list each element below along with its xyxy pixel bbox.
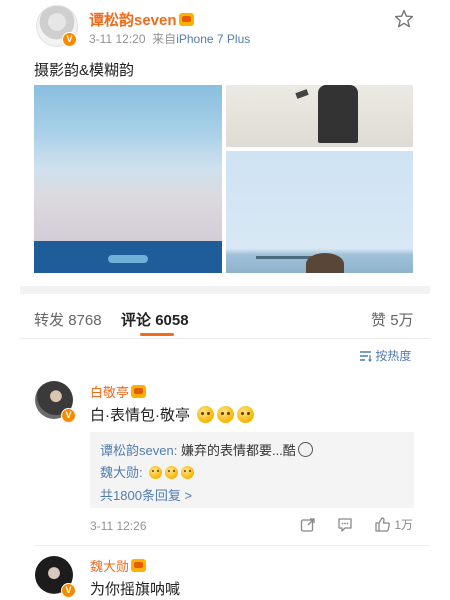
reply-text: 嫌弃的表情都要...酷	[180, 443, 296, 458]
reply-box[interactable]: 谭松韵seven: 嫌弃的表情都要...酷 魏大勋: 共1800条回复 >	[90, 432, 414, 508]
comment-text-body: 白·表情包·敬亭	[90, 407, 190, 424]
tab-repost[interactable]: 转发 8768	[34, 309, 102, 330]
post-author-name[interactable]: 谭松韵seven	[89, 12, 177, 29]
smug-emoji-icon	[165, 466, 179, 479]
comment-author[interactable]: 魏大勋	[90, 559, 129, 574]
tab-like-count: 5万	[390, 312, 414, 329]
reply-author[interactable]: 魏大勋	[100, 465, 139, 480]
smug-emoji-icon	[181, 466, 195, 479]
post-timestamp: 3-11 12:20	[89, 32, 146, 46]
vip-icon	[131, 385, 147, 398]
sort-by-hot-button[interactable]: 按热度	[359, 347, 411, 364]
comment-author[interactable]: 白敬亭	[90, 385, 129, 400]
verified-badge-icon: V	[61, 408, 76, 423]
tab-comment[interactable]: 评论 6058	[121, 309, 189, 330]
comment-text: 为你摇旗呐喊	[90, 581, 181, 598]
like-count: 1万	[394, 518, 414, 532]
comment-text: 白·表情包·敬亭	[90, 404, 257, 425]
smug-emoji-icon	[149, 466, 163, 479]
tab-like-label: 赞	[371, 312, 387, 329]
verified-badge-icon: V	[61, 583, 76, 598]
tab-repost-count: 8768	[68, 312, 102, 329]
post-text: 摄影韵&模糊韵	[34, 62, 135, 79]
favorite-star-icon[interactable]	[394, 9, 414, 29]
verified-badge-icon: V	[62, 32, 77, 47]
post-image-sky[interactable]	[34, 85, 222, 273]
vip-icon	[178, 13, 194, 26]
comment-timestamp: 3-11 12:26	[90, 519, 147, 533]
thumbs-up-icon	[374, 516, 391, 533]
post-meta: 3-11 12:20 来自iPhone 7 Plus	[89, 30, 250, 47]
smug-emoji-icon	[237, 406, 255, 423]
post-source-prefix: 来自	[152, 32, 177, 46]
vip-icon	[131, 559, 147, 572]
more-replies-link[interactable]: 共1800条回复 >	[100, 485, 192, 504]
tab-comment-underline	[140, 333, 174, 336]
reply-item[interactable]: 谭松韵seven: 嫌弃的表情都要...酷	[100, 440, 313, 459]
smug-emoji-icon	[217, 406, 235, 423]
sort-label: 按热度	[375, 349, 412, 363]
tab-like[interactable]: 赞 5万	[371, 309, 414, 330]
reply-author[interactable]: 谭松韵seven	[100, 443, 174, 458]
post-image-beach-bottom[interactable]	[226, 151, 413, 273]
sort-icon	[359, 350, 372, 362]
reply-item[interactable]: 魏大勋:	[100, 462, 197, 481]
post-source-device[interactable]: iPhone 7 Plus	[176, 32, 250, 46]
post-image-beach-top[interactable]	[226, 85, 413, 147]
tab-comment-count: 6058	[155, 312, 189, 329]
tab-comment-label: 评论	[121, 312, 152, 329]
comment-icon[interactable]	[337, 517, 353, 533]
tab-repost-label: 转发	[34, 312, 65, 329]
share-icon[interactable]	[300, 517, 316, 533]
like-button[interactable]: 1万	[374, 516, 413, 533]
smug-emoji-icon	[197, 406, 215, 423]
cool-emoji-icon	[297, 442, 313, 457]
